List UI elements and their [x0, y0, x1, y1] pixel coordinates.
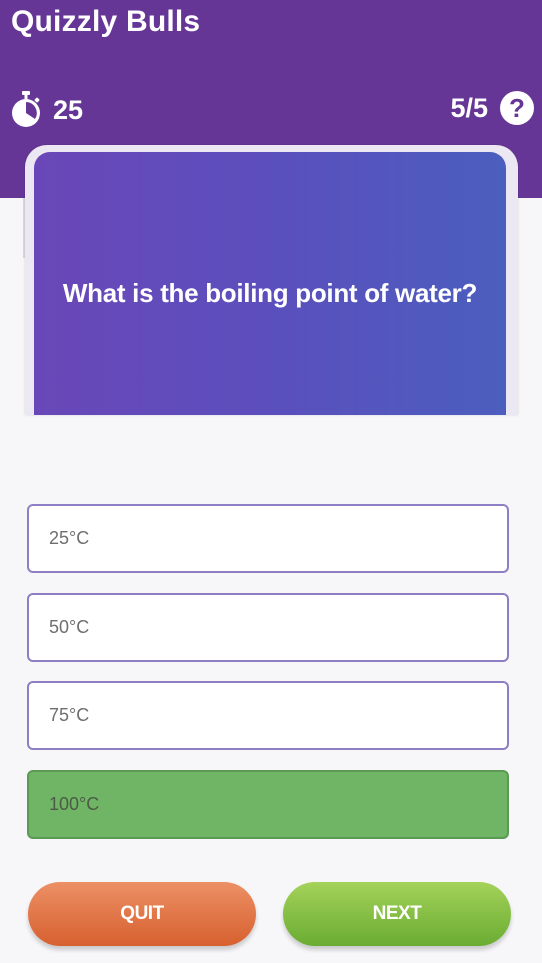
answer-option-1[interactable]: 25°C — [27, 504, 509, 573]
answer-option-label: 25°C — [49, 528, 90, 548]
quit-button[interactable]: QUIT — [28, 882, 256, 946]
answer-option-label: 75°C — [49, 705, 90, 725]
answer-option-4[interactable]: 100°C — [27, 770, 509, 839]
next-button-label: NEXT — [372, 903, 422, 924]
help-icon-glyph: ? — [509, 92, 525, 123]
next-button[interactable]: NEXT — [283, 882, 511, 946]
question-progress: 5/5 ? — [450, 91, 534, 125]
stopwatch-icon — [12, 91, 40, 127]
answer-option-3[interactable]: 75°C — [27, 681, 509, 750]
progress-counter: 5/5 — [450, 92, 488, 123]
answer-option-2[interactable]: 50°C — [27, 593, 509, 662]
answer-option-label: 50°C — [49, 617, 90, 637]
help-icon[interactable]: ? — [500, 91, 534, 125]
question-card: What is the boiling point of water? — [34, 152, 506, 415]
timer: 25 — [9, 91, 83, 129]
question-text: What is the boiling point of water? — [62, 278, 478, 308]
answer-option-label: 100°C — [49, 794, 100, 814]
app-title: Quizzly Bulls — [11, 5, 201, 38]
quit-button-label: QUIT — [120, 903, 164, 924]
timer-value: 25 — [53, 94, 84, 125]
